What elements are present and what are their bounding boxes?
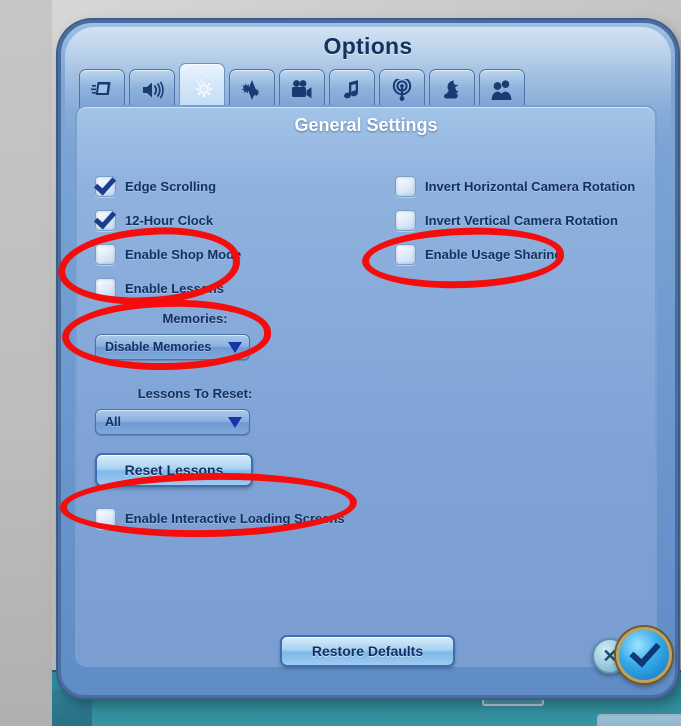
- desktop-left-strip: [0, 0, 52, 726]
- lessons-to-reset-label: Lessons To Reset:: [137, 386, 253, 401]
- checkbox-row-invert-horizontal-camera-rotation[interactable]: Invert Horizontal Camera Rotation: [395, 175, 655, 197]
- tab-music[interactable]: [329, 69, 375, 109]
- book-screen-icon: [90, 79, 114, 101]
- chevron-down-icon: [228, 416, 242, 428]
- tab-graphics[interactable]: [229, 69, 275, 109]
- enable-shop-mode-label: Enable Shop Mode: [125, 246, 242, 262]
- panel-header: General Settings: [294, 115, 438, 135]
- checkbox-row-12-hour-clock[interactable]: 12-Hour Clock: [95, 209, 385, 231]
- edge-scrolling-label: Edge Scrolling: [125, 178, 217, 194]
- page-title: Options: [323, 33, 413, 59]
- options-dialog: Options General Settings Edge Scrolling …: [58, 20, 678, 698]
- general-settings-panel: General Settings Edge Scrolling 12-Hour …: [75, 105, 657, 667]
- invert-horizontal-camera-rotation-checkbox[interactable]: [395, 175, 416, 197]
- tab-audio[interactable]: [129, 69, 175, 109]
- chevron-down-icon: [228, 341, 242, 353]
- gears-icon: [189, 74, 215, 99]
- tab-strip: [73, 63, 669, 109]
- invert-vertical-camera-rotation-checkbox[interactable]: [395, 209, 416, 231]
- enable-usage-sharing-label: Enable Usage Sharing: [425, 246, 563, 262]
- reset-lessons-button[interactable]: Reset Lessons: [95, 453, 253, 487]
- tab-weather[interactable]: [429, 69, 475, 109]
- twelve-hour-clock-checkbox[interactable]: [95, 209, 116, 231]
- music-note-icon: [340, 79, 364, 101]
- movie-camera-icon: [290, 79, 314, 101]
- two-people-icon: [490, 79, 514, 101]
- checkbox-row-enable-lessons[interactable]: Enable Lessons: [95, 277, 385, 299]
- tab-camera[interactable]: [279, 69, 325, 109]
- invert-vertical-camera-rotation-label: Invert Vertical Camera Rotation: [425, 212, 618, 228]
- broadcast-icon: [390, 78, 414, 101]
- enable-interactive-loading-screens-checkbox[interactable]: [95, 507, 116, 529]
- checkmark-icon: [628, 635, 661, 668]
- tab-game[interactable]: [79, 69, 125, 109]
- enable-lessons-label: Enable Lessons: [125, 280, 224, 296]
- enable-usage-sharing-checkbox[interactable]: [395, 243, 416, 265]
- restore-defaults-button[interactable]: Restore Defaults: [280, 635, 455, 667]
- lessons-to-reset-dropdown[interactable]: All: [95, 409, 250, 435]
- lessons-to-reset-dropdown-value: All: [105, 415, 121, 429]
- enable-interactive-loading-screens-label: Enable Interactive Loading Screens: [125, 510, 345, 526]
- invert-horizontal-camera-rotation-label: Invert Horizontal Camera Rotation: [425, 178, 636, 194]
- checkbox-row-enable-usage-sharing[interactable]: Enable Usage Sharing: [395, 243, 655, 265]
- memories-dropdown-value: Disable Memories: [105, 340, 212, 354]
- enable-shop-mode-checkbox[interactable]: [95, 243, 116, 265]
- tab-sims[interactable]: [479, 69, 525, 109]
- checkbox-row-invert-vertical-camera-rotation[interactable]: Invert Vertical Camera Rotation: [395, 209, 655, 231]
- memories-label: Memories:: [162, 311, 228, 326]
- checkbox-row-enable-shop-mode[interactable]: Enable Shop Mode: [95, 243, 385, 265]
- dialog-title-bar: Options: [61, 33, 675, 60]
- speaker-icon: [140, 79, 164, 101]
- moon-cloud-icon: [440, 79, 464, 101]
- accept-button[interactable]: [616, 627, 672, 683]
- tab-online[interactable]: [379, 69, 425, 109]
- edge-scrolling-checkbox[interactable]: [95, 175, 116, 197]
- right-settings-column: Invert Horizontal Camera Rotation Invert…: [395, 175, 655, 277]
- tab-general[interactable]: [179, 63, 225, 109]
- memories-dropdown[interactable]: Disable Memories: [95, 334, 250, 360]
- checkbox-row-edge-scrolling[interactable]: Edge Scrolling: [95, 175, 385, 197]
- plumbob-gear-icon: [240, 79, 264, 101]
- enable-lessons-checkbox[interactable]: [95, 277, 116, 299]
- left-settings-column: Edge Scrolling 12-Hour Clock Enable Shop…: [95, 175, 385, 435]
- checkbox-row-enable-interactive-loading-screens[interactable]: Enable Interactive Loading Screens: [95, 507, 345, 529]
- twelve-hour-clock-label: 12-Hour Clock: [125, 212, 214, 228]
